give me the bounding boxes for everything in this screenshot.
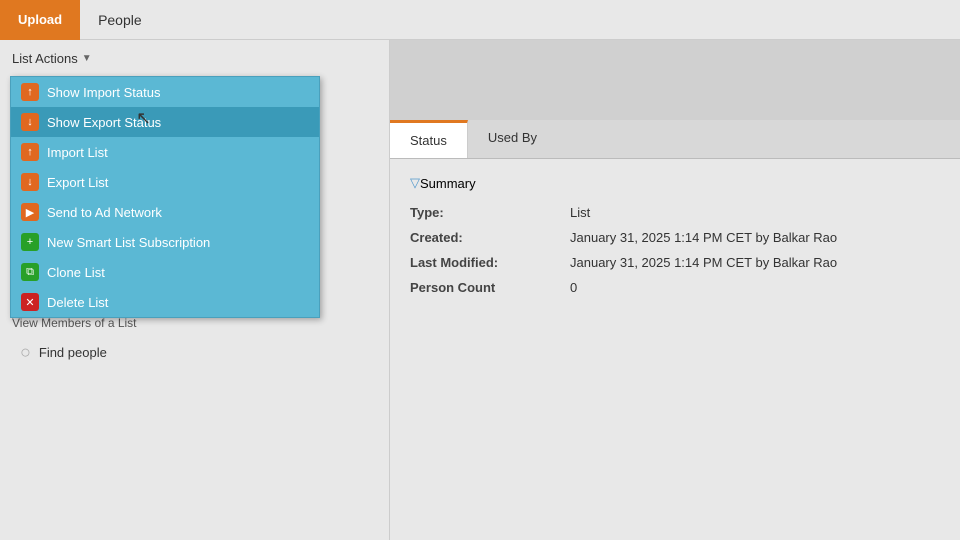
export-list-icon: ↓ <box>21 173 39 191</box>
list-actions-bar[interactable]: List Actions ▼ <box>0 40 389 76</box>
summary-section: ▽ Summary Type: List Created: January 31… <box>390 159 960 540</box>
delete-list-icon: ✕ <box>21 293 39 311</box>
summary-value-modified: January 31, 2025 1:14 PM CET by Balkar R… <box>570 255 837 270</box>
list-actions-label: List Actions <box>12 51 78 66</box>
summary-row-created: Created: January 31, 2025 1:14 PM CET by… <box>410 230 940 245</box>
view-members-label: View Members of a List <box>12 316 377 330</box>
dropdown-arrow-icon: ▼ <box>82 53 92 64</box>
find-people-item[interactable]: ○ Find people <box>12 338 377 367</box>
menu-item-delete-list[interactable]: ✕ Delete List <box>11 287 319 317</box>
summary-key-modified: Last Modified: <box>410 255 570 270</box>
summary-header: ▽ Summary <box>410 175 940 191</box>
import-list-icon: ↑ <box>21 143 39 161</box>
tab-upload[interactable]: Upload <box>0 0 80 40</box>
menu-item-label: Show Export Status <box>47 115 161 130</box>
right-panel: Status Used By ▽ Summary Type: List Crea… <box>390 40 960 540</box>
right-top-spacer <box>390 40 960 120</box>
import-status-icon: ↑ <box>21 83 39 101</box>
menu-item-label: Show Import Status <box>47 85 160 100</box>
summary-value-type: List <box>570 205 590 220</box>
menu-item-new-smart-list-subscription[interactable]: + New Smart List Subscription <box>11 227 319 257</box>
menu-item-label: New Smart List Subscription <box>47 235 210 250</box>
left-panel: List Actions ▼ ↑ Show Import Status ↓ Sh… <box>0 40 390 540</box>
menu-item-label: Clone List <box>47 265 105 280</box>
summary-value-person-count: 0 <box>570 280 577 295</box>
menu-item-label: Send to Ad Network <box>47 205 162 220</box>
find-people-label: Find people <box>39 345 107 360</box>
tab-status[interactable]: Status <box>390 120 468 158</box>
tabs-row: Status Used By <box>390 120 960 159</box>
export-status-icon: ↓ <box>21 113 39 131</box>
menu-item-show-export-status[interactable]: ↓ Show Export Status <box>11 107 319 137</box>
dropdown-menu: ↑ Show Import Status ↓ Show Export Statu… <box>10 76 320 318</box>
smart-list-icon: + <box>21 233 39 251</box>
menu-item-label: Delete List <box>47 295 108 310</box>
menu-item-label: Import List <box>47 145 108 160</box>
summary-key-type: Type: <box>410 205 570 220</box>
menu-item-show-import-status[interactable]: ↑ Show Import Status <box>11 77 319 107</box>
tab-used-by[interactable]: Used By <box>468 120 557 158</box>
summary-value-created: January 31, 2025 1:14 PM CET by Balkar R… <box>570 230 837 245</box>
tab-people[interactable]: People <box>80 0 160 40</box>
top-bar: Upload People <box>0 0 960 40</box>
clone-list-icon: ⧉ <box>21 263 39 281</box>
menu-item-export-list[interactable]: ↓ Export List <box>11 167 319 197</box>
menu-item-send-to-ad-network[interactable]: ▶ Send to Ad Network <box>11 197 319 227</box>
summary-row-person-count: Person Count 0 <box>410 280 940 295</box>
main-area: List Actions ▼ ↑ Show Import Status ↓ Sh… <box>0 40 960 540</box>
summary-row-type: Type: List <box>410 205 940 220</box>
find-people-bullet-icon: ○ <box>20 342 31 363</box>
menu-item-import-list[interactable]: ↑ Import List <box>11 137 319 167</box>
summary-table: Type: List Created: January 31, 2025 1:1… <box>410 205 940 295</box>
ad-network-icon: ▶ <box>21 203 39 221</box>
menu-item-label: Export List <box>47 175 108 190</box>
summary-toggle-icon[interactable]: ▽ <box>410 175 420 191</box>
summary-key-created: Created: <box>410 230 570 245</box>
summary-row-modified: Last Modified: January 31, 2025 1:14 PM … <box>410 255 940 270</box>
menu-item-clone-list[interactable]: ⧉ Clone List <box>11 257 319 287</box>
summary-key-person-count: Person Count <box>410 280 570 295</box>
summary-title: Summary <box>420 176 476 191</box>
